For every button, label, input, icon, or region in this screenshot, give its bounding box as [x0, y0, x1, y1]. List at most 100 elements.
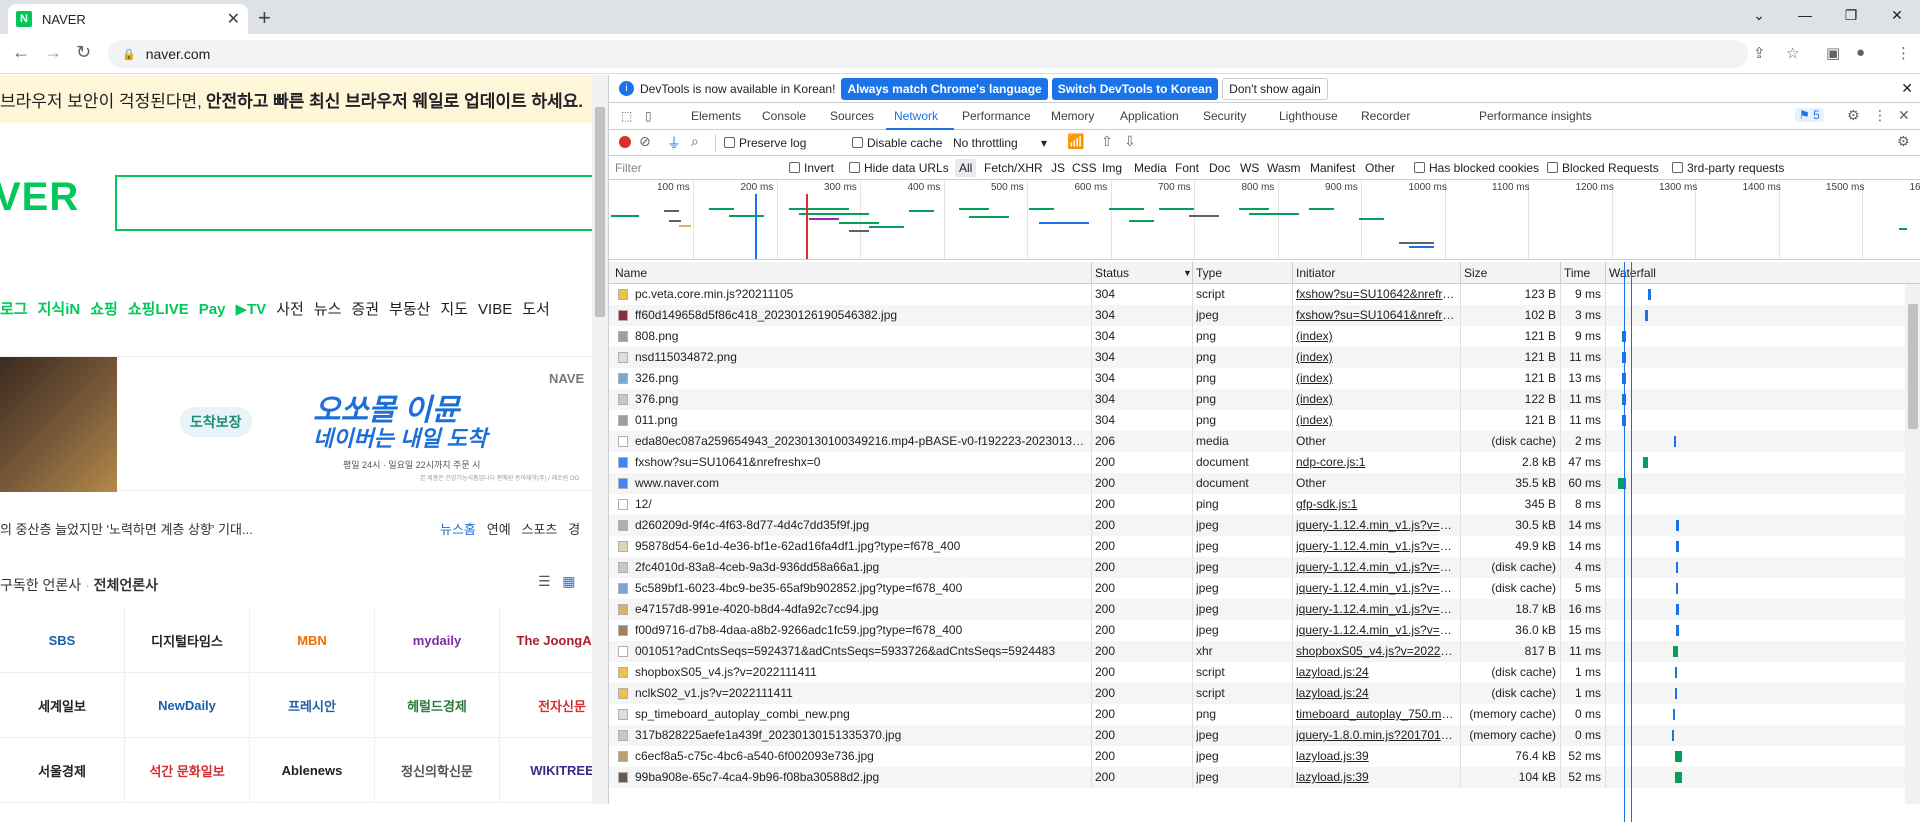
tab-recorder[interactable]: Recorder — [1361, 109, 1410, 123]
table-row[interactable]: eda80ec087a259654943_20230130100349216.m… — [609, 431, 1920, 452]
service-link[interactable]: VIBE — [478, 301, 512, 318]
table-row[interactable]: 99ba908e-65c7-4ca4-9b96-f08ba30588d2.jpg… — [609, 767, 1920, 788]
type-filter-media[interactable]: Media — [1134, 161, 1167, 175]
issues-badge[interactable]: ⚑ 5 — [1795, 108, 1824, 122]
table-row[interactable]: ff60d149658d5f86c418_20230126190546382.j… — [609, 305, 1920, 326]
press-logo[interactable]: WIKITREE — [500, 738, 592, 803]
table-row[interactable]: pc.veta.core.min.js?20211105304scriptfxs… — [609, 284, 1920, 305]
service-link[interactable]: 쇼핑LIVE — [128, 301, 189, 318]
preserve-log-checkbox[interactable]: Preserve log — [724, 136, 806, 150]
table-row[interactable]: 808.png304png(index)121 B9 ms — [609, 326, 1920, 347]
tab-elements[interactable]: Elements — [691, 109, 741, 123]
news-tab-ent[interactable]: 연예 — [487, 522, 511, 537]
request-name[interactable]: 99ba908e-65c7-4ca4-9b96-f08ba30588d2.jpg — [635, 770, 1087, 784]
press-logo[interactable]: 디지털타임스 — [125, 608, 250, 673]
table-row[interactable]: 12/200pinggfp-sdk.js:1345 B8 ms — [609, 494, 1920, 515]
filter-input[interactable]: Filter — [615, 161, 642, 175]
invert-checkbox[interactable]: Invert — [789, 161, 834, 175]
press-logo[interactable]: NewDaily — [125, 673, 250, 738]
restore-icon[interactable]: ❐ — [1828, 0, 1874, 30]
service-link[interactable]: 로그 — [0, 301, 28, 318]
request-scroll-thumb[interactable] — [1908, 304, 1918, 429]
request-name[interactable]: shopboxS05_v4.js?v=2022111411 — [635, 665, 1087, 679]
type-filter-fetch-xhr[interactable]: Fetch/XHR — [984, 161, 1043, 175]
type-filter-other[interactable]: Other — [1365, 161, 1395, 175]
type-filter-doc[interactable]: Doc — [1209, 161, 1230, 175]
press-logo[interactable]: 프레시안 — [250, 673, 375, 738]
request-name[interactable]: f00d9716-d7b8-4daa-a8b2-9266adc1fc59.jpg… — [635, 623, 1087, 637]
type-filter-wasm[interactable]: Wasm — [1267, 161, 1301, 175]
request-name[interactable]: c6ecf8a5-c75c-4bc6-a540-6f002093e736.jpg — [635, 749, 1087, 763]
page-scrollbar[interactable] — [592, 75, 608, 804]
tab-memory[interactable]: Memory — [1051, 109, 1094, 123]
news-headline-text[interactable]: 의 중산층 늘었지만 '노력하면 계층 상향' 기대... — [0, 522, 253, 537]
request-initiator[interactable]: fxshow?su=SU10641&nrefreshx=0 — [1296, 308, 1456, 322]
request-name[interactable]: 376.png — [635, 392, 1087, 406]
minimize-icon[interactable]: — — [1782, 0, 1828, 30]
close-tab-icon[interactable]: ✕ — [227, 9, 240, 29]
request-initiator[interactable]: jquery-1.12.4.min_v1.js?v=2022111... — [1296, 581, 1456, 595]
request-initiator[interactable]: lazyload.js:39 — [1296, 749, 1456, 763]
browser-tab[interactable]: N NAVER ✕ — [8, 4, 248, 34]
forward-icon[interactable]: → — [44, 42, 62, 63]
service-link[interactable]: 지도 — [440, 301, 468, 318]
table-row[interactable]: d260209d-9f4c-4f63-8d77-4d4c7dd35f9f.jpg… — [609, 515, 1920, 536]
table-row[interactable]: nclkS02_v1.js?v=2022111411200scriptlazyl… — [609, 683, 1920, 704]
press-logo[interactable]: 정신의학신문 — [375, 738, 500, 803]
dont-show-again-button[interactable]: Don't show again — [1222, 78, 1328, 100]
table-row[interactable]: 011.png304png(index)121 B11 ms — [609, 410, 1920, 431]
request-name[interactable]: e47157d8-991e-4020-b8d4-4dfa92c7cc94.jpg — [635, 602, 1087, 616]
subscribed-press-tab[interactable]: 구독한 언론사 — [0, 577, 81, 593]
tab-network[interactable]: Network — [894, 109, 938, 123]
request-name[interactable]: nclkS02_v1.js?v=2022111411 — [635, 686, 1087, 700]
request-name[interactable]: pc.veta.core.min.js?20211105 — [635, 287, 1087, 301]
url-text[interactable]: naver.com — [146, 46, 211, 62]
press-logo[interactable]: MBN — [250, 608, 375, 673]
press-logo[interactable]: SBS — [0, 608, 125, 673]
request-name[interactable]: 12/ — [635, 497, 1087, 511]
table-row[interactable]: f00d9716-d7b8-4daa-a8b2-9266adc1fc59.jpg… — [609, 620, 1920, 641]
tab-performance[interactable]: Performance — [962, 109, 1031, 123]
table-row[interactable]: e47157d8-991e-4020-b8d4-4dfa92c7cc94.jpg… — [609, 599, 1920, 620]
devtools-menu-icon[interactable]: ⋮ — [1873, 107, 1887, 124]
request-name[interactable]: 001051?adCntsSeqs=5924371&adCntsSeqs=593… — [635, 644, 1087, 658]
banner-ad[interactable]: 도착보장 오쏘몰 이뮨 네이버는 내일 도착 평일 24시 · 일요일 22시까… — [0, 356, 592, 491]
request-initiator[interactable]: (index) — [1296, 371, 1456, 385]
network-conditions-icon[interactable]: 📶 — [1067, 133, 1084, 150]
col-size[interactable]: Size — [1464, 266, 1487, 280]
press-logo[interactable]: Ablenews — [250, 738, 375, 803]
always-match-language-button[interactable]: Always match Chrome's language — [841, 78, 1047, 100]
table-row[interactable]: 5c589bf1-6023-4bc9-be35-65af9b902852.jpg… — [609, 578, 1920, 599]
request-initiator[interactable]: jquery-1.12.4.min_v1.js?v=2022111... — [1296, 518, 1456, 532]
request-name[interactable]: 011.png — [635, 413, 1087, 427]
request-initiator[interactable]: (index) — [1296, 392, 1456, 406]
new-tab-icon[interactable]: + — [258, 5, 271, 31]
press-logo[interactable]: 헤럴드경제 — [375, 673, 500, 738]
type-filter-all[interactable]: All — [955, 159, 976, 177]
request-name[interactable]: 326.png — [635, 371, 1087, 385]
request-name[interactable]: 317b828225aefe1a439f_20230130151335370.j… — [635, 728, 1087, 742]
page-scroll-thumb[interactable] — [595, 107, 605, 317]
import-har-icon[interactable]: ⇧ — [1101, 133, 1113, 150]
request-initiator[interactable]: jquery-1.12.4.min_v1.js?v=2022111... — [1296, 623, 1456, 637]
press-logo[interactable]: 세계일보 — [0, 673, 125, 738]
settings-gear-icon[interactable]: ⚙ — [1847, 107, 1860, 124]
request-initiator[interactable]: jquery-1.12.4.min_v1.js?v=2022111... — [1296, 602, 1456, 616]
service-link[interactable]: 증권 — [351, 301, 379, 318]
close-infobar-icon[interactable]: ✕ — [1901, 80, 1913, 97]
request-name[interactable]: 95878d54-6e1d-4e36-bf1e-62ad16fa4df1.jpg… — [635, 539, 1087, 553]
switch-to-korean-button[interactable]: Switch DevTools to Korean — [1052, 78, 1218, 100]
request-initiator[interactable]: timeboard_autoplay_750.min.css?2... — [1296, 707, 1456, 721]
clear-icon[interactable]: ⊘ — [639, 133, 651, 150]
request-name[interactable]: sp_timeboard_autoplay_combi_new.png — [635, 707, 1087, 721]
col-initiator[interactable]: Initiator — [1296, 266, 1335, 280]
service-link[interactable]: 사전 — [276, 301, 304, 318]
request-initiator[interactable]: jquery-1.12.4.min_v1.js?v=2022111... — [1296, 539, 1456, 553]
news-headline[interactable]: 의 중산층 늘었지만 '노력하면 계층 상향' 기대... 뉴스홈 연예 스포츠… — [0, 519, 592, 538]
tab-application[interactable]: Application — [1120, 109, 1179, 123]
request-table-scrollbar[interactable] — [1905, 284, 1920, 804]
device-toolbar-icon[interactable]: ▯ — [645, 109, 652, 123]
chrome-menu-icon[interactable]: ⋮ — [1896, 44, 1911, 62]
profile-avatar-icon[interactable]: ● — [1856, 44, 1865, 61]
request-initiator[interactable]: fxshow?su=SU10642&nrefreshx=0 — [1296, 287, 1456, 301]
